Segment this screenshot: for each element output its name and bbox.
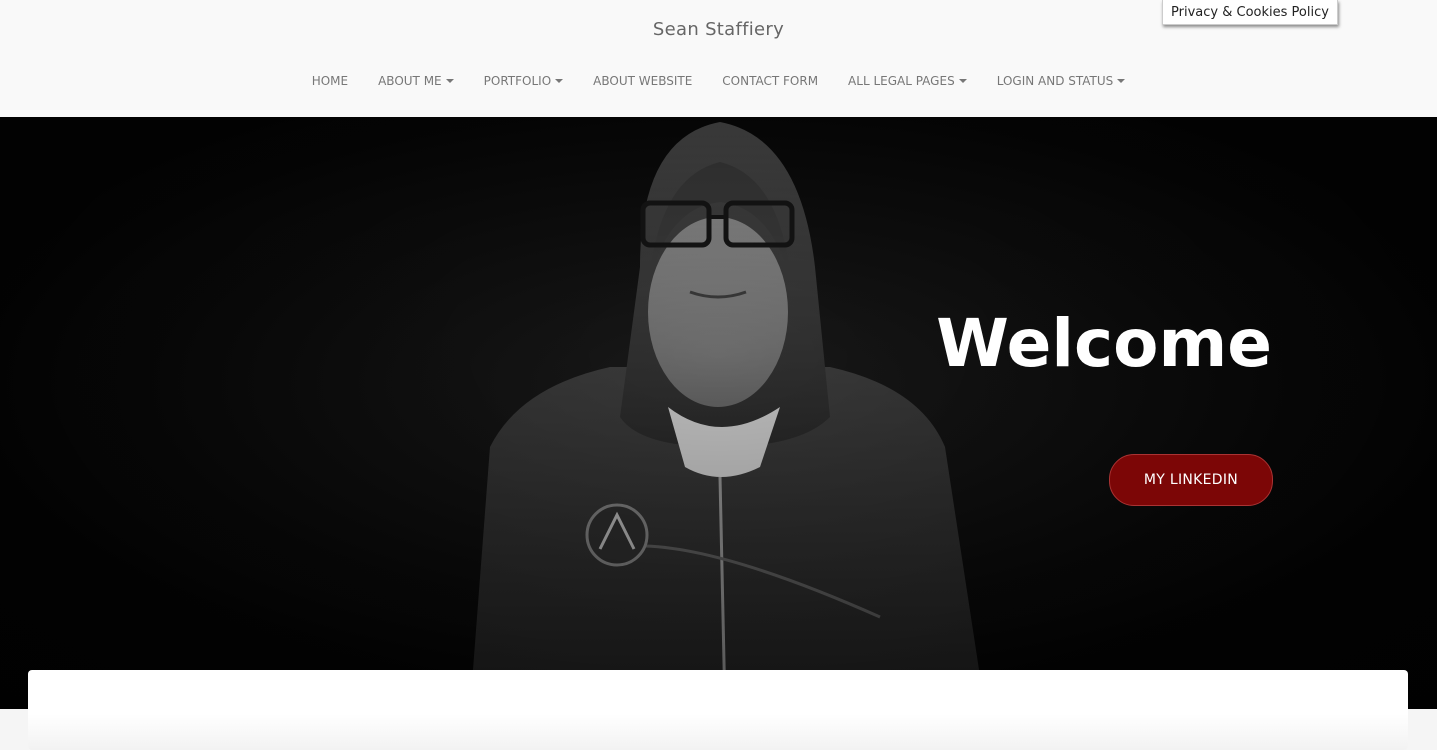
hero-overlay (0, 117, 1437, 709)
hero-section: Welcome My LinkedIn (0, 117, 1437, 709)
content-card (28, 670, 1408, 750)
linkedin-button[interactable]: My LinkedIn (1109, 454, 1273, 506)
nav-item-contact-form[interactable]: Contact Form (707, 73, 833, 89)
nav-item-label: Portfolio (483, 74, 552, 88)
hero-heading: Welcome (936, 305, 1272, 382)
nav-item-label: Login and Status (996, 74, 1114, 88)
nav-item-portfolio[interactable]: Portfolio (469, 73, 579, 89)
main-nav: Home About Me Portfolio About Website Co… (0, 73, 1437, 89)
nav-item-label: Contact Form (722, 74, 819, 88)
nav-item-label: About Me (378, 74, 442, 88)
caret-down-icon (555, 79, 564, 83)
nav-item-label: All Legal Pages (848, 74, 955, 88)
nav-item-all-legal-pages[interactable]: All Legal Pages (833, 73, 982, 89)
nav-item-login-and-status[interactable]: Login and Status (982, 73, 1141, 89)
privacy-cookies-link[interactable]: Privacy & Cookies Policy (1162, 0, 1338, 25)
nav-item-home[interactable]: Home (297, 73, 363, 89)
nav-item-label: About Website (593, 74, 693, 88)
nav-item-about-website[interactable]: About Website (578, 73, 707, 89)
nav-item-label: Home (311, 74, 349, 88)
caret-down-icon (445, 79, 454, 83)
caret-down-icon (1117, 79, 1126, 83)
nav-item-about-me[interactable]: About Me (363, 73, 469, 89)
caret-down-icon (958, 79, 967, 83)
